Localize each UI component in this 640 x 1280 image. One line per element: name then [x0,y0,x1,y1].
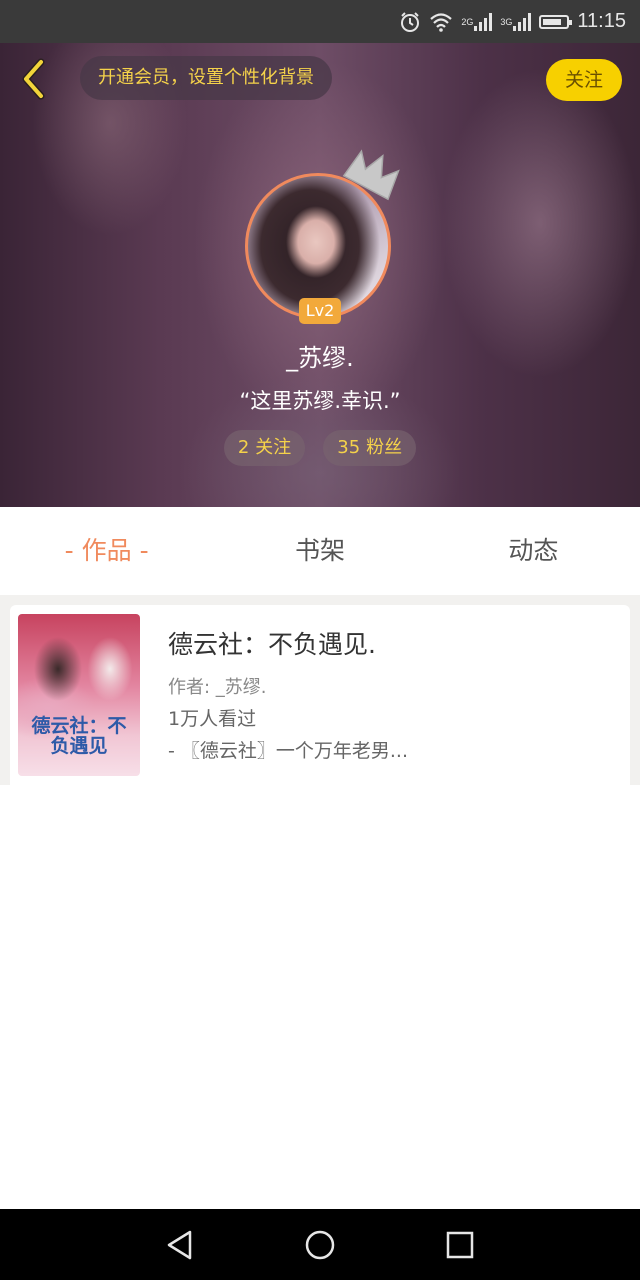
back-nav-button[interactable] [150,1215,210,1275]
following-button[interactable]: 2 关注 [223,430,306,466]
tab-label: 动态 [508,536,559,565]
chevron-left-icon [22,58,45,100]
circle-home-icon [305,1230,335,1259]
work-author: 作者: _苏缪. [168,677,267,698]
signal-icon: 2G [461,12,493,31]
tab-active-marker: - [139,536,149,565]
signal-type-label: 2G [461,16,474,27]
followers-button[interactable]: 35 粉丝 [323,430,417,466]
cover-title: 德云社：不负遇见 [31,715,127,757]
book-cover[interactable]: 德云社：不负遇见 [18,614,140,776]
work-title[interactable]: 德云社：不负遇见. [168,625,376,661]
recents-nav-button[interactable] [430,1215,490,1275]
signal-type-label: 3G [500,16,513,27]
following-count: 2 [237,437,250,458]
level-badge: Lv2 [299,298,341,324]
list-item[interactable]: 德云社：不负遇见 德云社：不负遇见. 作者: _苏缪. 1万人看过 - 〖德云社… [10,605,630,785]
battery-icon [539,14,573,29]
tab-activity[interactable]: 动态 [427,507,640,595]
crown-icon [342,149,400,201]
follow-button[interactable]: 关注 [546,59,622,101]
tab-works[interactable]: - 作品 - [0,507,213,595]
following-label: 关注 [255,437,292,458]
profile-tabs: - 作品 - 书架 动态 [0,507,640,595]
triangle-back-icon [167,1230,192,1259]
status-bar: 2G 3G 11:15 [0,0,640,43]
followers-count: 35 [337,437,361,458]
user-signature: “这里苏缪.幸识.” [239,389,401,413]
alarm-icon [399,11,421,33]
tab-bookshelf[interactable]: 书架 [213,507,426,595]
back-button[interactable] [14,57,54,101]
profile-header: 开通会员，设置个性化背景 关注 Lv2 _苏缪. “这里苏缪.幸识.” 2 关注… [0,43,640,507]
navigation-bar [0,1209,640,1280]
square-recents-icon [446,1231,474,1258]
avatar-container[interactable]: Lv2 [245,149,400,324]
vip-banner[interactable]: 开通会员，设置个性化背景 [80,56,332,100]
status-time: 11:15 [577,10,626,32]
stats-row: 2 关注 35 粉丝 [0,430,640,466]
tab-label: 书架 [294,536,345,565]
signal-icon: 3G [500,12,532,31]
works-list: 德云社：不负遇见 德云社：不负遇见. 作者: _苏缪. 1万人看过 - 〖德云社… [0,595,640,785]
work-views: 1万人看过 [168,708,257,730]
home-nav-button[interactable] [290,1215,350,1275]
tab-active-marker: - [64,536,74,565]
wifi-icon [429,12,453,32]
username: _苏缪. [286,344,354,372]
work-description: - 〖德云社〗一个万年老男... [168,740,409,762]
followers-label: 粉丝 [366,437,403,458]
tab-label: 作品 [81,536,132,565]
